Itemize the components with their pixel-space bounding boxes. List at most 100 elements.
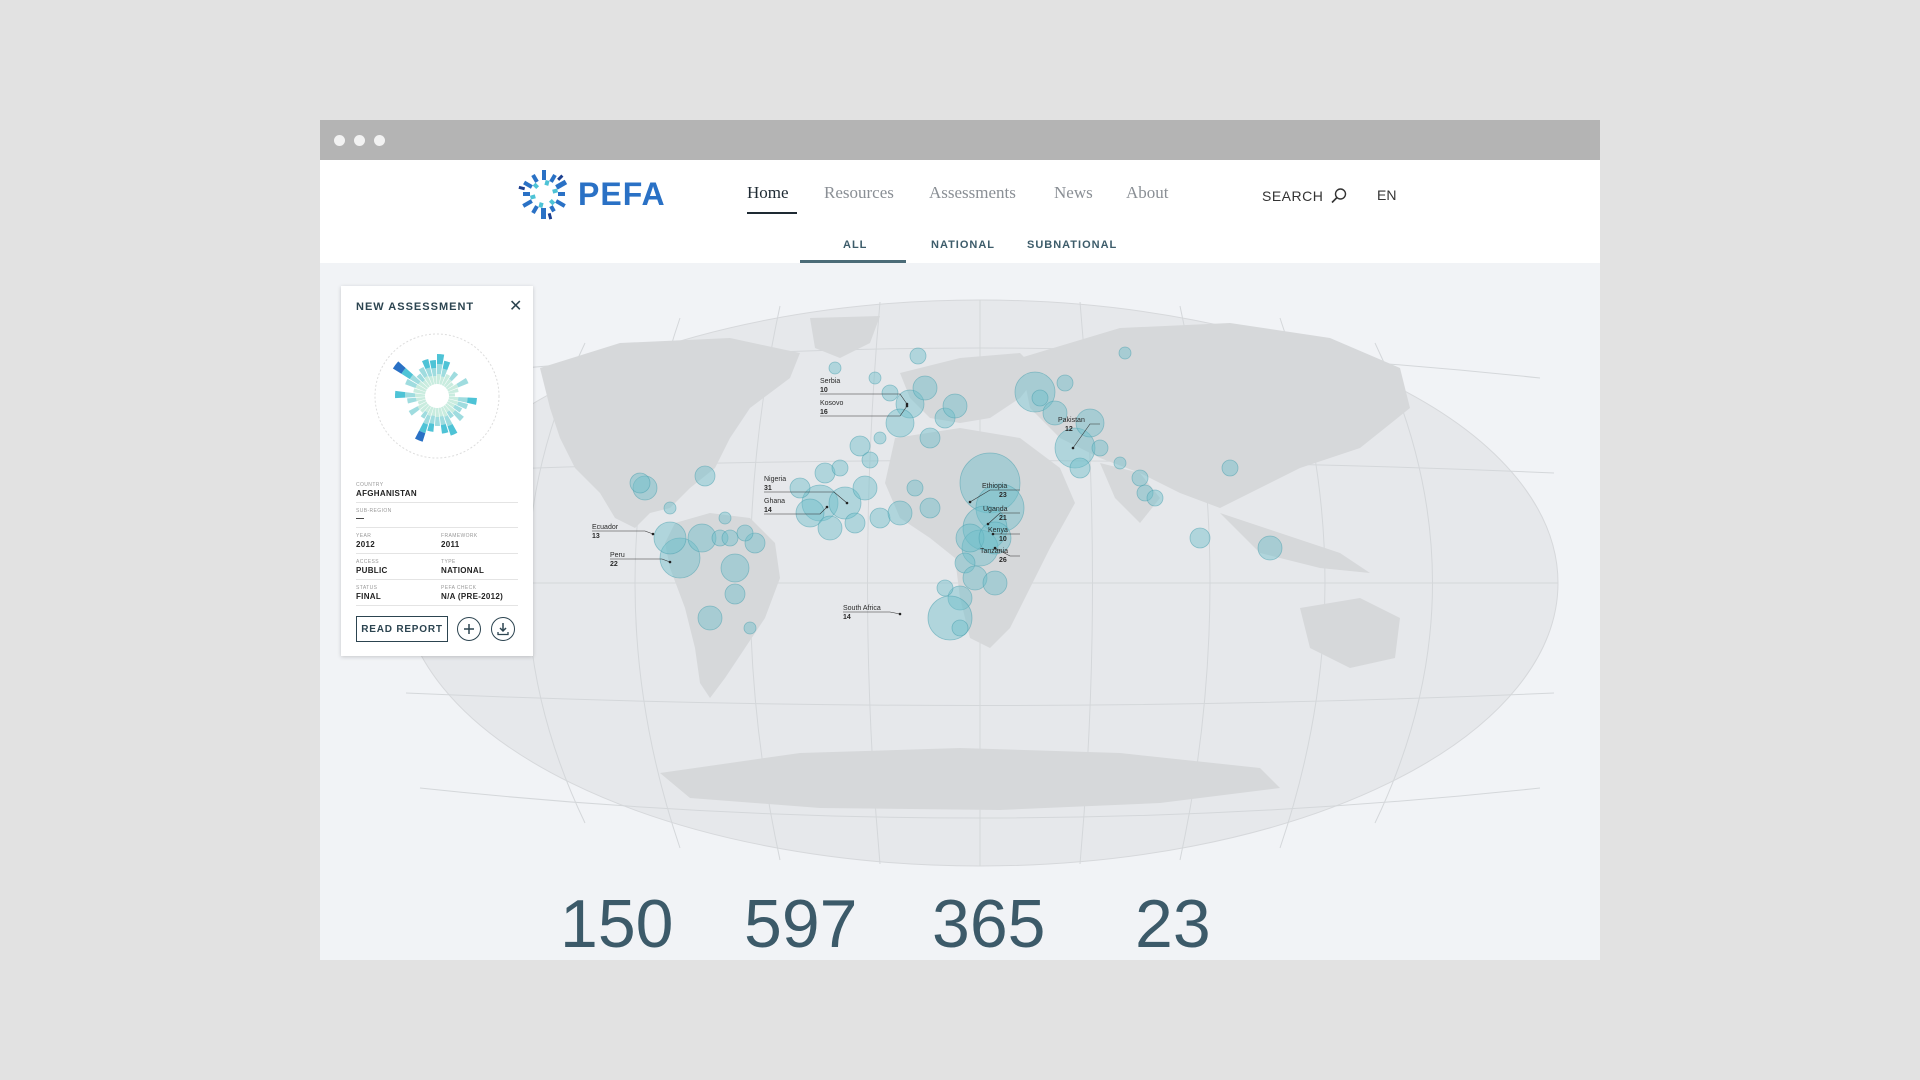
- map-label-kenya-value: 10: [999, 536, 1007, 543]
- map-bubble[interactable]: [743, 621, 757, 635]
- logo[interactable]: PEFA: [516, 168, 666, 220]
- map-bubble[interactable]: [697, 605, 723, 631]
- nav-about[interactable]: About: [1126, 183, 1169, 203]
- map-label-south-africa-name: South Africa: [843, 605, 881, 612]
- label-anchor-dot: [968, 500, 972, 504]
- map-bubble[interactable]: [736, 524, 754, 542]
- map-bubble[interactable]: [881, 384, 899, 402]
- close-icon[interactable]: ✕: [509, 296, 522, 316]
- map-bubble[interactable]: [828, 361, 842, 375]
- tab-all[interactable]: ALL: [843, 239, 867, 251]
- window-control-dot[interactable]: [334, 135, 345, 146]
- map-bubble[interactable]: [885, 408, 915, 438]
- label-anchor-dot: [905, 404, 909, 408]
- map-bubble[interactable]: [1113, 456, 1127, 470]
- map-bubble[interactable]: [721, 529, 739, 547]
- assessment-card: NEW ASSESSMENT ✕ COUNTRY AFGHANISTAN SUB…: [341, 286, 533, 656]
- map-bubble[interactable]: [869, 507, 891, 529]
- map-bubble[interactable]: [982, 570, 1008, 596]
- language-selector[interactable]: EN: [1377, 187, 1396, 203]
- nav-resources[interactable]: Resources: [824, 183, 894, 203]
- map-bubble[interactable]: [1257, 535, 1283, 561]
- map-bubble[interactable]: [1091, 439, 1109, 457]
- map-bubble[interactable]: [663, 501, 677, 515]
- framework-label: FRAMEWORK: [441, 533, 478, 539]
- map-bubble[interactable]: [887, 500, 913, 526]
- map-bubble[interactable]: [817, 515, 843, 541]
- map-bubble[interactable]: [919, 497, 941, 519]
- rose-segment: [407, 397, 417, 404]
- search-icon: [1331, 188, 1347, 204]
- map-bubble[interactable]: [942, 393, 968, 419]
- window-control-dot[interactable]: [374, 135, 385, 146]
- rose-segment: [427, 422, 435, 432]
- tab-national[interactable]: NATIONAL: [931, 239, 995, 251]
- map-label-peru-name: Peru: [610, 552, 625, 559]
- rose-segment: [431, 368, 437, 377]
- map-bubble[interactable]: [724, 583, 746, 605]
- map-label-pakistan-value: 12: [1065, 426, 1073, 433]
- rose-segment: [394, 390, 406, 399]
- map-bubble[interactable]: [1221, 459, 1239, 477]
- map-bubble[interactable]: [873, 431, 887, 445]
- map-bubble[interactable]: [912, 375, 938, 401]
- map-bubble[interactable]: [1069, 457, 1091, 479]
- divider: [356, 605, 518, 606]
- map-bubble[interactable]: [694, 465, 716, 487]
- label-anchor-dot: [986, 522, 990, 526]
- map-bubble[interactable]: [1146, 489, 1164, 507]
- map-label-serbia-name: Serbia: [820, 378, 840, 385]
- map-bubble[interactable]: [653, 521, 687, 555]
- map-bubble[interactable]: [1031, 389, 1049, 407]
- map-bubble[interactable]: [1118, 346, 1132, 360]
- search-button[interactable]: SEARCH: [1262, 187, 1348, 205]
- map-label-uganda-name: Uganda: [983, 506, 1008, 513]
- map-label-ethiopia-value: 23: [999, 492, 1007, 499]
- map-bubble[interactable]: [909, 347, 927, 365]
- tab-active-indicator: [800, 260, 906, 263]
- map-bubble[interactable]: [720, 553, 750, 583]
- window-control-dot[interactable]: [354, 135, 365, 146]
- map-bubble[interactable]: [936, 579, 954, 597]
- tab-subnational[interactable]: SUBNATIONAL: [1027, 239, 1117, 251]
- subregion-value: —: [356, 514, 365, 523]
- rose-segment: [449, 371, 459, 382]
- map-bubble[interactable]: [831, 459, 849, 477]
- stat-number: 365: [932, 886, 1046, 960]
- map-bubble[interactable]: [906, 479, 924, 497]
- framework-value: 2011: [441, 540, 460, 549]
- map-bubble[interactable]: [844, 512, 866, 534]
- map-label-peru-value: 22: [610, 561, 618, 568]
- add-button[interactable]: [457, 617, 481, 641]
- map-bubble[interactable]: [789, 477, 811, 499]
- nav-assessments[interactable]: Assessments: [929, 183, 1016, 203]
- nav-news[interactable]: News: [1054, 183, 1093, 203]
- map-bubble[interactable]: [1189, 527, 1211, 549]
- map-bubble[interactable]: [1131, 469, 1149, 487]
- nav-home[interactable]: Home: [747, 183, 789, 203]
- map-label-ghana-value: 14: [764, 507, 772, 514]
- stat-number: 597: [744, 886, 858, 960]
- download-button[interactable]: [491, 617, 515, 641]
- read-report-button[interactable]: READ REPORT: [356, 616, 448, 642]
- map-label-pakistan-name: Pakistan: [1058, 417, 1085, 424]
- map-bubble[interactable]: [868, 371, 882, 385]
- map-label-kosovo-name: Kosovo: [820, 400, 843, 407]
- map-bubble[interactable]: [919, 427, 941, 449]
- world-map[interactable]: Serbia 10 Kosovo 16 Pakistan 12 Nigeria …: [400, 298, 1560, 868]
- map-bubble[interactable]: [1056, 374, 1074, 392]
- rose-segment: [456, 378, 469, 388]
- map-label-ghana-name: Ghana: [764, 498, 785, 505]
- map-bubble[interactable]: [852, 475, 878, 501]
- map-bubble[interactable]: [629, 472, 651, 494]
- country-label: COUNTRY: [356, 482, 384, 488]
- map-bubble[interactable]: [951, 619, 969, 637]
- rose-segment: [405, 392, 416, 398]
- pefa-check-label: PEFA CHECK: [441, 585, 477, 591]
- stat-number: 150: [560, 886, 674, 960]
- map-bubble[interactable]: [718, 511, 732, 525]
- card-title: NEW ASSESSMENT: [356, 301, 475, 313]
- assessment-rose-chart: [374, 333, 500, 459]
- label-anchor-dot: [651, 532, 655, 536]
- map-bubble[interactable]: [861, 451, 879, 469]
